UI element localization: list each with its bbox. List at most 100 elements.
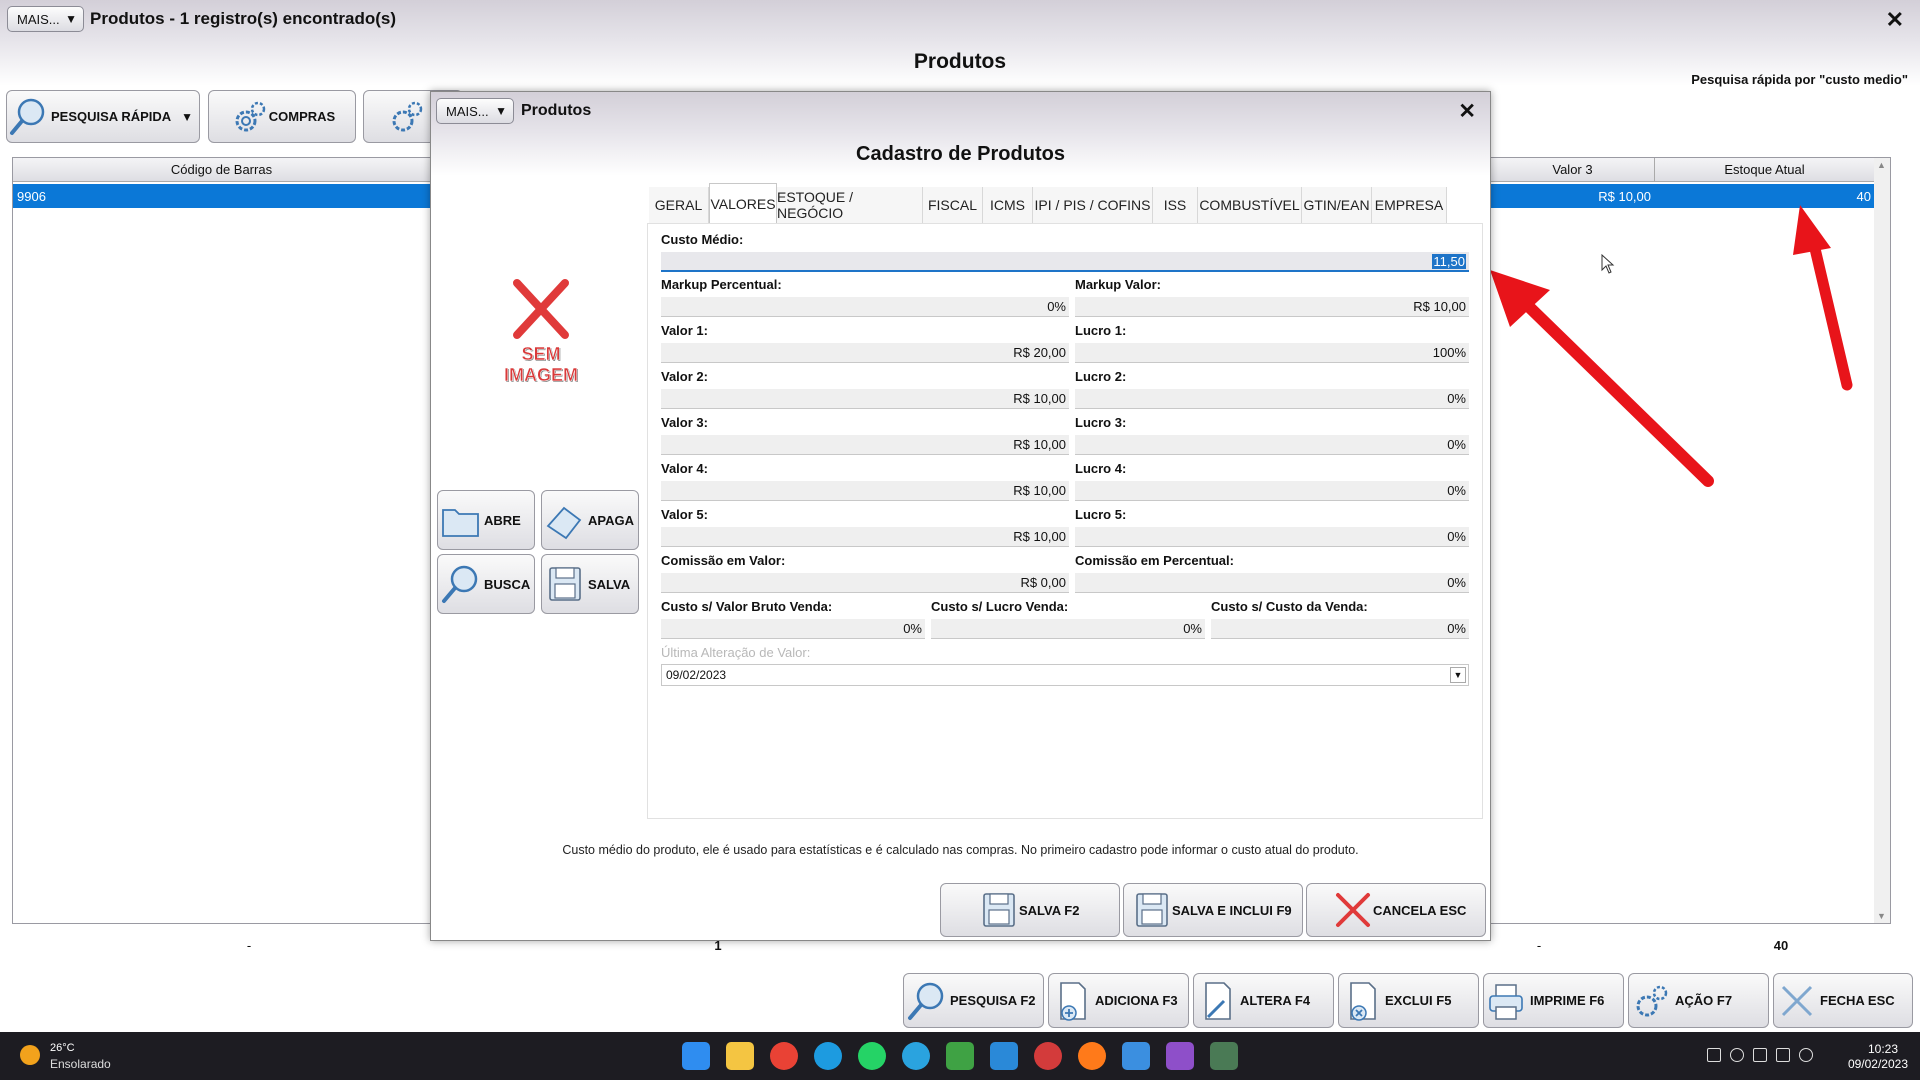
column-header-codigo-barras[interactable]: Código de Barras [13,158,431,182]
edge-icon[interactable] [814,1042,842,1070]
delete-document-icon [1350,981,1376,1021]
scroll-down-icon[interactable]: ▼ [1877,911,1886,921]
tray-icon[interactable] [1707,1048,1721,1062]
dialog-close-icon[interactable]: ✕ [1458,99,1476,124]
valor3-input[interactable]: R$ 10,00 [661,435,1069,455]
tab-combustivel[interactable]: COMBUSTÍVEL [1198,187,1302,223]
sun-icon[interactable] [20,1045,40,1065]
cell-valor3[interactable]: R$ 10,00 [1491,184,1655,208]
app-icon[interactable] [1166,1042,1194,1070]
main-close-icon[interactable]: ✕ [1886,7,1904,33]
tab-empresa[interactable]: EMPRESA [1372,187,1447,223]
weather-temperature[interactable]: 26°C [50,1042,75,1054]
custo-lucro-label: Custo s/ Lucro Venda: [931,599,1069,614]
volume-icon[interactable] [1799,1048,1813,1062]
valor2-input[interactable]: R$ 10,00 [661,389,1069,409]
lucro1-input[interactable]: 100% [1075,343,1469,363]
salva-label: SALVA [588,576,631,592]
busca-button[interactable]: BUSCA [437,554,535,614]
tab-ipi-pis-cofins[interactable]: IPI / PIS / COFINS [1033,187,1153,223]
tab-estoque-negocio[interactable]: ESTOQUE / NEGÓCIO [777,187,923,223]
app-icon[interactable] [990,1042,1018,1070]
busca-label: BUSCA [484,576,531,592]
markup-valor-input[interactable]: R$ 10,00 [1075,297,1469,317]
tab-icms[interactable]: ICMS [983,187,1033,223]
chrome-icon[interactable] [770,1042,798,1070]
magnifier-icon [442,565,478,603]
app-icon[interactable] [1034,1042,1062,1070]
active-app-icon[interactable] [1210,1042,1238,1070]
ultima-alteracao-date-field[interactable]: 09/02/2023 ▼ [661,664,1469,686]
footer-dash: - [1536,938,1542,953]
cadastro-produtos-dialog: MAIS... ▼ Produtos ✕ Cadastro de Produto… [430,91,1491,941]
comissao-percentual-input[interactable]: 0% [1075,573,1469,593]
dialog-mais-label: MAIS... [446,103,489,119]
salva-button[interactable]: SALVA [541,554,639,614]
dialog-mais-dropdown[interactable]: MAIS... ▼ [436,98,514,124]
cancela-esc-button[interactable]: CANCELA ESC [1306,883,1486,937]
lucro2-input[interactable]: 0% [1075,389,1469,409]
scroll-up-icon[interactable]: ▲ [1877,160,1886,170]
chevron-down-icon[interactable]: ▼ [1450,667,1466,683]
main-page-title: Produtos [913,50,1007,73]
footer-estoque-total: 40 [1773,938,1789,953]
apaga-button[interactable]: APAGA [541,490,639,550]
lucro5-input[interactable]: 0% [1075,527,1469,547]
tray-icon[interactable] [1753,1048,1767,1062]
tab-iss[interactable]: ISS [1153,187,1198,223]
altera-f4-button[interactable]: ALTERA F4 [1193,973,1334,1028]
valor4-input[interactable]: R$ 10,00 [661,481,1069,501]
whatsapp-icon[interactable] [858,1042,886,1070]
valor5-input[interactable]: R$ 10,00 [661,527,1069,547]
field-hint-text: Custo médio do produto, ele é usado para… [562,843,1359,857]
tab-gtin-ean[interactable]: GTIN/EAN [1302,187,1372,223]
clock-date[interactable]: 09/02/2023 [1848,1057,1908,1071]
no-image-placeholder: SEM IMAGEM [491,277,591,386]
markup-percentual-input[interactable]: 0% [661,297,1069,317]
fecha-esc-button[interactable]: FECHA ESC [1773,973,1913,1028]
main-mais-dropdown[interactable]: MAIS... ▼ [7,6,84,32]
compras-button[interactable]: COMPRAS [208,90,356,143]
tab-valores[interactable]: VALORES [709,183,777,223]
lucro4-input[interactable]: 0% [1075,481,1469,501]
cell-codigo-barras[interactable]: 9906 [13,184,431,208]
lucro3-input[interactable]: 0% [1075,435,1469,455]
acao-f7-button[interactable]: AÇÃO F7 [1628,973,1769,1028]
custo-medio-input[interactable]: 11,50 [661,252,1469,272]
abre-button[interactable]: ABRE [437,490,535,550]
exclui-f5-button[interactable]: EXCLUI F5 [1338,973,1479,1028]
grid-scrollbar[interactable]: ▲ ▼ [1874,158,1890,923]
file-explorer-icon[interactable] [726,1042,754,1070]
tab-geral[interactable]: GERAL [649,187,709,223]
magnifier-icon [908,982,944,1020]
comissao-valor-input[interactable]: R$ 0,00 [661,573,1069,593]
salva-e-inclui-f9-button[interactable]: SALVA E INCLUI F9 [1123,883,1303,937]
valor1-input[interactable]: R$ 20,00 [661,343,1069,363]
spreadsheet-icon[interactable] [946,1042,974,1070]
firefox-icon[interactable] [1078,1042,1106,1070]
valor3-label: Valor 3: [661,415,708,430]
custo-bruto-input[interactable]: 0% [661,619,925,639]
custo-custo-input[interactable]: 0% [1211,619,1469,639]
telegram-icon[interactable] [902,1042,930,1070]
clock-time[interactable]: 10:23 [1868,1042,1898,1056]
custo-bruto-label: Custo s/ Valor Bruto Venda: [661,599,833,614]
weather-description[interactable]: Ensolarado [50,1057,111,1071]
tray-icon[interactable] [1730,1048,1744,1062]
network-icon[interactable] [1776,1048,1790,1062]
salva-e-inclui-f9-label: SALVA E INCLUI F9 [1172,902,1292,918]
adiciona-f3-button[interactable]: ADICIONA F3 [1048,973,1189,1028]
mouse-cursor-icon [1601,254,1615,274]
column-header-valor3[interactable]: Valor 3 [1491,158,1655,182]
ultima-alteracao-value: 09/02/2023 [666,668,727,682]
salva-f2-button[interactable]: SALVA F2 [940,883,1120,937]
pesquisa-f2-button[interactable]: PESQUISA F2 [903,973,1044,1028]
tab-fiscal[interactable]: FISCAL [923,187,983,223]
windows-start-icon[interactable] [682,1042,710,1070]
column-header-estoque-atual[interactable]: Estoque Atual [1655,158,1875,182]
altera-f4-label: ALTERA F4 [1240,993,1311,1008]
pesquisa-rapida-button[interactable]: PESQUISA RÁPIDA ▼ [6,90,200,143]
custo-lucro-input[interactable]: 0% [931,619,1205,639]
notepad-icon[interactable] [1122,1042,1150,1070]
imprime-f6-button[interactable]: IMPRIME F6 [1483,973,1624,1028]
